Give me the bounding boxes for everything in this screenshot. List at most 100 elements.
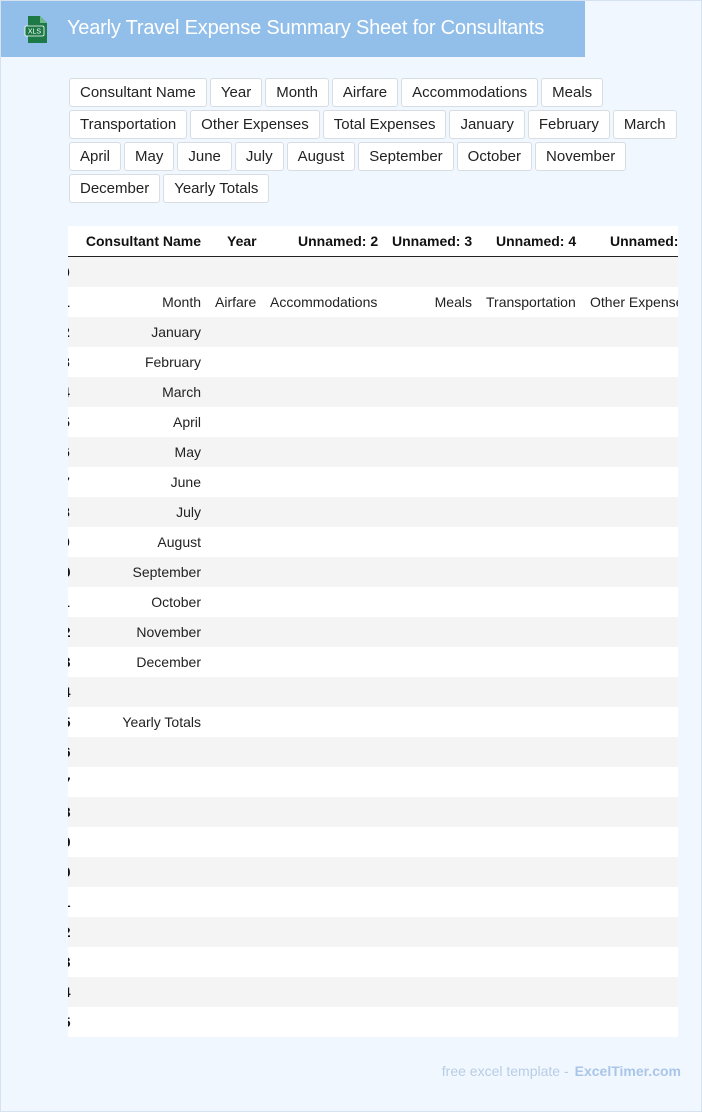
row-index: 17 — [68, 774, 71, 790]
table-row[interactable]: 2 January — [68, 317, 678, 347]
table-cell[interactable]: Airfare — [215, 294, 256, 310]
row-index: 12 — [68, 624, 71, 640]
table-row[interactable]: 23 — [68, 947, 678, 977]
table-row[interactable]: 18 — [68, 797, 678, 827]
row-index: 22 — [68, 924, 71, 940]
table-cell[interactable]: December — [136, 654, 201, 670]
row-index: 21 — [68, 894, 71, 910]
row-index: 8 — [68, 504, 70, 520]
row-index: 5 — [68, 414, 70, 430]
column-tag[interactable]: Yearly Totals — [163, 174, 270, 203]
column-tag[interactable]: July — [234, 142, 284, 171]
table-cell[interactable]: Month — [162, 294, 201, 310]
column-tag[interactable]: Meals — [541, 78, 604, 107]
column-header[interactable]: Unnamed: 5 — [610, 233, 678, 249]
table-cell[interactable]: Other Expenses — [590, 294, 678, 310]
column-tag[interactable]: Consultant Name — [69, 78, 207, 107]
row-index: 9 — [68, 534, 70, 550]
table-header-row: Consultant Name Year Unnamed: 2 Unnamed: 3 U… — [68, 226, 678, 257]
column-tag[interactable]: February — [527, 110, 610, 139]
row-index: 20 — [68, 864, 71, 880]
table-row[interactable]: 0 — [68, 257, 678, 287]
row-index: 7 — [68, 474, 70, 490]
table-row[interactable]: 20 — [68, 857, 678, 887]
row-index: 6 — [68, 444, 70, 460]
page-title: Yearly Travel Expense Summary Sheet for … — [67, 17, 545, 39]
table-row[interactable]: 21 — [68, 887, 678, 917]
row-index: 14 — [68, 684, 71, 700]
column-header[interactable]: Unnamed: 4 — [496, 233, 576, 249]
row-index: 15 — [68, 714, 71, 730]
column-tag[interactable]: June — [177, 142, 232, 171]
column-tag[interactable]: November — [535, 142, 627, 171]
table-row[interactable]: 7 June — [68, 467, 678, 497]
table-row[interactable]: 3 February — [68, 347, 678, 377]
table-cell[interactable]: May — [175, 444, 201, 460]
column-tag[interactable]: Transportation — [69, 110, 188, 139]
xls-file-icon: XLS — [24, 16, 47, 43]
table-row[interactable]: 10 September — [68, 557, 678, 587]
table-row[interactable]: 16 — [68, 737, 678, 767]
table-row[interactable]: 1 Month Airfare Accommodations Meals Transpor… — [68, 287, 678, 317]
column-tag[interactable]: April — [69, 142, 122, 171]
row-index: 3 — [68, 354, 70, 370]
table-row[interactable]: 12 November — [68, 617, 678, 647]
footer-brand-link[interactable]: ExcelTimer.com — [575, 1063, 681, 1079]
table-row[interactable]: 5 April — [68, 407, 678, 437]
column-tag[interactable]: Month — [265, 78, 329, 107]
column-tag[interactable]: Year — [209, 78, 263, 107]
table-cell[interactable]: November — [136, 624, 201, 640]
column-tag[interactable]: Other Expenses — [190, 110, 320, 139]
table-cell[interactable]: April — [173, 414, 201, 430]
row-index: 4 — [68, 384, 70, 400]
row-index: 18 — [68, 804, 71, 820]
table-cell[interactable]: Meals — [435, 294, 472, 310]
table-row[interactable]: 25 — [68, 1007, 678, 1037]
row-index: 25 — [68, 1014, 71, 1030]
footer-prefix: free excel template - — [441, 1063, 569, 1079]
table-cell[interactable]: October — [151, 594, 201, 610]
table-cell[interactable]: July — [176, 504, 201, 520]
table-row[interactable]: 13 December — [68, 647, 678, 677]
table-row[interactable]: 8 July — [68, 497, 678, 527]
table-row[interactable]: 6 May — [68, 437, 678, 467]
row-index: 23 — [68, 954, 71, 970]
table-cell[interactable]: February — [145, 354, 201, 370]
footer-credit: free excel template - ExcelTimer.com — [442, 1063, 681, 1079]
row-index: 1 — [68, 294, 70, 310]
table-cell[interactable]: Transportation — [486, 294, 576, 310]
table-row[interactable]: 9 August — [68, 527, 678, 557]
table-cell[interactable]: January — [151, 324, 201, 340]
row-index: 24 — [68, 984, 71, 1000]
column-tag[interactable]: Airfare — [331, 78, 399, 107]
table-cell[interactable]: June — [171, 474, 201, 490]
column-tag[interactable]: Total Expenses — [322, 110, 447, 139]
column-tag[interactable]: March — [612, 110, 677, 139]
column-tag[interactable]: October — [456, 142, 533, 171]
table-row[interactable]: 15 Yearly Totals — [68, 707, 678, 737]
column-tag[interactable]: January — [449, 110, 525, 139]
table-row[interactable]: 22 — [68, 917, 678, 947]
table-row[interactable]: 11 October — [68, 587, 678, 617]
table-cell[interactable]: Accommodations — [270, 294, 377, 310]
column-tag[interactable]: December — [69, 174, 161, 203]
table-row[interactable]: 4 March — [68, 377, 678, 407]
table-row[interactable]: 14 — [68, 677, 678, 707]
table-row[interactable]: 24 — [68, 977, 678, 1007]
column-header[interactable]: Consultant Name — [86, 233, 201, 249]
column-tag[interactable]: Accommodations — [401, 78, 539, 107]
column-tag[interactable]: August — [286, 142, 356, 171]
row-index: 0 — [68, 264, 70, 280]
data-table: Consultant Name Year Unnamed: 2 Unnamed: 3 U… — [68, 226, 678, 1037]
column-header[interactable]: Unnamed: 2 — [298, 233, 378, 249]
column-tag[interactable]: May — [124, 142, 175, 171]
table-row[interactable]: 19 — [68, 827, 678, 857]
table-cell[interactable]: Yearly Totals — [122, 714, 201, 730]
column-header[interactable]: Unnamed: 3 — [392, 233, 472, 249]
table-cell[interactable]: August — [157, 534, 201, 550]
table-row[interactable]: 17 — [68, 767, 678, 797]
column-header[interactable]: Year — [227, 233, 257, 249]
table-cell[interactable]: September — [133, 564, 201, 580]
table-cell[interactable]: March — [162, 384, 201, 400]
column-tag[interactable]: September — [358, 142, 454, 171]
